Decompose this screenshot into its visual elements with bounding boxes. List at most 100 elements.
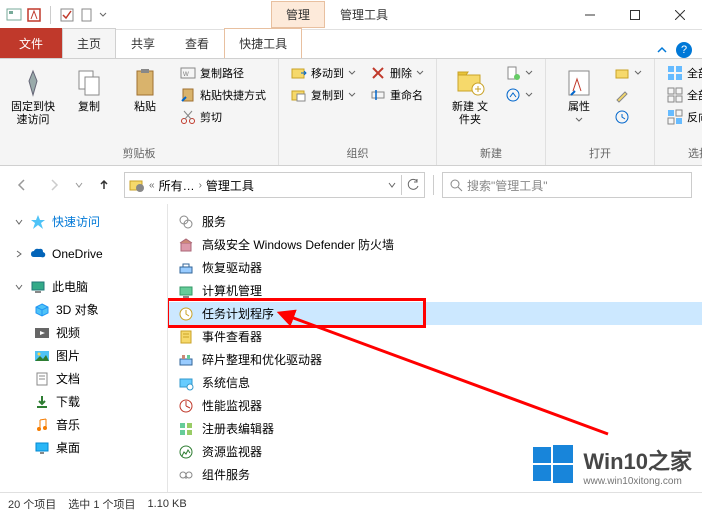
collapse-ribbon-icon[interactable] (656, 44, 668, 56)
refresh-icon[interactable] (406, 178, 420, 192)
desktop-icon (34, 440, 50, 456)
music-icon (34, 417, 50, 433)
pin-quick-access-button[interactable]: 固定到快 速访问 (8, 63, 58, 131)
select-none-button[interactable]: 全部取消 (663, 85, 702, 105)
shortcut-icon (178, 352, 194, 368)
picture-icon (34, 348, 50, 364)
maximize-button[interactable] (612, 0, 657, 30)
video-icon (34, 325, 50, 341)
new-item-button[interactable] (501, 63, 537, 83)
qa-dropdown-icon[interactable] (99, 11, 107, 19)
shortcut-icon (178, 375, 194, 391)
properties-button[interactable]: 属性 (554, 63, 604, 128)
document-icon (34, 371, 50, 387)
copy-path-button[interactable]: w 复制路径 (176, 63, 270, 83)
list-item[interactable]: 任务计划程序 (168, 302, 702, 325)
nav-onedrive[interactable]: OneDrive (0, 243, 167, 265)
shortcut-icon (178, 306, 194, 322)
nav-up-button[interactable] (92, 173, 116, 197)
delete-button[interactable]: 删除 (366, 63, 428, 83)
shortcut-icon (178, 467, 194, 483)
close-button[interactable] (657, 0, 702, 30)
list-item[interactable]: 注册表编辑器 (168, 417, 702, 440)
nav-pictures[interactable]: 图片 (0, 344, 167, 367)
new-folder-button[interactable]: 新建 文件夹 (445, 63, 495, 131)
easy-access-button[interactable] (501, 85, 537, 105)
tab-shortcut-tools[interactable]: 快捷工具 (224, 28, 302, 58)
star-icon (30, 214, 46, 230)
status-selection: 选中 1 个项目 (68, 496, 135, 512)
nav-videos[interactable]: 视频 (0, 321, 167, 344)
nav-forward-button (42, 173, 66, 197)
cut-button[interactable]: 剪切 (176, 107, 270, 127)
group-organize-label: 组织 (287, 143, 428, 161)
copy-to-button[interactable]: 复制到 (287, 85, 360, 105)
tab-file[interactable]: 文件 (0, 28, 62, 58)
file-list[interactable]: 服务高级安全 Windows Defender 防火墙恢复驱动器计算机管理任务计… (168, 204, 702, 492)
shortcut-icon (178, 214, 194, 230)
search-input[interactable]: 搜索"管理工具" (442, 172, 692, 198)
list-item[interactable]: 系统信息 (168, 371, 702, 394)
nav-quick-access[interactable]: 快速访问 (0, 210, 167, 233)
paste-button[interactable]: 粘贴 (120, 63, 170, 118)
qa-properties-icon[interactable] (26, 7, 42, 23)
list-item[interactable]: 服务 (168, 210, 702, 233)
copy-button[interactable]: 复制 (64, 63, 114, 118)
status-count: 20 个项目 (8, 496, 56, 512)
minimize-button[interactable] (567, 0, 612, 30)
list-item[interactable]: 高级安全 Windows Defender 防火墙 (168, 233, 702, 256)
folder-gear-icon (129, 177, 145, 193)
shortcut-icon (178, 237, 194, 253)
nav-tree[interactable]: 快速访问 OneDrive 此电脑 3D 对象 视频 图片 文档 (0, 204, 168, 492)
nav-back-button[interactable] (10, 173, 34, 197)
list-item[interactable]: 资源监视器 (168, 440, 702, 463)
nav-history-dropdown[interactable] (74, 180, 84, 190)
select-all-button[interactable]: 全部选择 (663, 63, 702, 83)
search-icon (449, 178, 463, 192)
tab-home[interactable]: 主页 (62, 28, 116, 58)
list-item[interactable]: 计算机管理 (168, 279, 702, 302)
history-button[interactable] (610, 107, 646, 127)
app-icon (6, 7, 22, 23)
nav-downloads[interactable]: 下载 (0, 390, 167, 413)
download-icon (34, 394, 50, 410)
group-select-label: 选择 (663, 143, 702, 161)
address-bar[interactable]: « 所有… › 管理工具 (124, 172, 425, 198)
group-open-label: 打开 (554, 143, 646, 161)
shortcut-icon (178, 260, 194, 276)
list-item[interactable]: 碎片整理和优化驱动器 (168, 348, 702, 371)
invert-selection-button[interactable]: 反向选择 (663, 107, 702, 127)
shortcut-icon (178, 329, 194, 345)
nav-3d-objects[interactable]: 3D 对象 (0, 298, 167, 321)
list-item[interactable]: 事件查看器 (168, 325, 702, 348)
nav-music[interactable]: 音乐 (0, 413, 167, 436)
group-new-label: 新建 (445, 143, 537, 161)
contextual-tab-label: 管理 (271, 1, 325, 28)
list-item[interactable]: 恢复驱动器 (168, 256, 702, 279)
cloud-icon (30, 246, 46, 262)
list-item[interactable]: 组件服务 (168, 463, 702, 486)
qa-new-icon[interactable] (79, 7, 95, 23)
window-title: 管理工具 (325, 1, 403, 28)
group-clipboard-label: 剪贴板 (8, 143, 270, 161)
shortcut-icon (178, 398, 194, 414)
shortcut-icon (178, 283, 194, 299)
move-to-button[interactable]: 移动到 (287, 63, 360, 83)
tab-share[interactable]: 共享 (116, 28, 170, 58)
address-dropdown-icon[interactable] (387, 180, 397, 190)
rename-button[interactable]: 重命名 (366, 85, 428, 105)
svg-text:w: w (182, 69, 189, 78)
nav-this-pc[interactable]: 此电脑 (0, 275, 167, 298)
shortcut-icon (178, 444, 194, 460)
help-icon[interactable]: ? (676, 42, 692, 58)
qa-checkbox-icon[interactable] (59, 7, 75, 23)
nav-documents[interactable]: 文档 (0, 367, 167, 390)
paste-shortcut-button[interactable]: 粘贴快捷方式 (176, 85, 270, 105)
pc-icon (30, 279, 46, 295)
list-item[interactable]: 性能监视器 (168, 394, 702, 417)
tab-view[interactable]: 查看 (170, 28, 224, 58)
edit-button[interactable] (610, 85, 646, 105)
nav-desktop[interactable]: 桌面 (0, 436, 167, 459)
open-button[interactable] (610, 63, 646, 83)
cube-icon (34, 302, 50, 318)
